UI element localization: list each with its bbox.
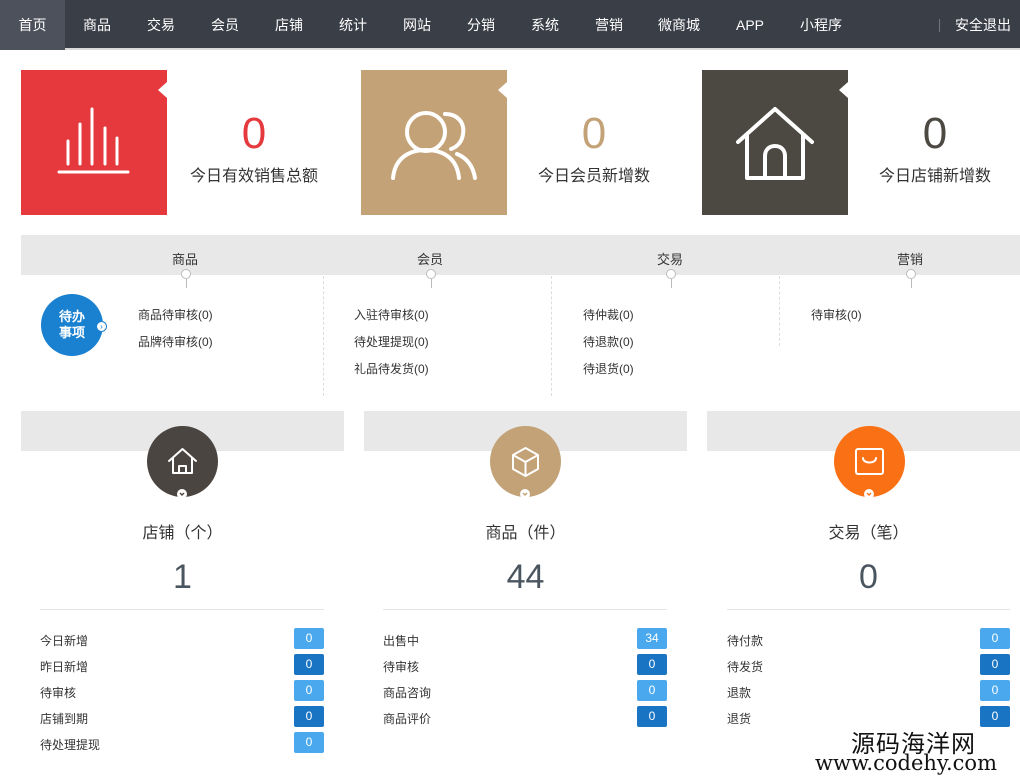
timeline-pin	[426, 269, 436, 279]
row-label-refund[interactable]: 退款	[727, 684, 751, 701]
row-label-today-new[interactable]: 今日新增	[40, 632, 88, 649]
row-count-return: 0	[980, 706, 1010, 727]
todo-item-gift-shipping[interactable]: 礼品待发货(0)	[354, 360, 429, 377]
stat-value-stores: 0	[922, 109, 948, 158]
panel-title-goods: 商品（件）	[485, 525, 566, 542]
chevron-down-icon	[177, 489, 187, 499]
row-label-goods-review[interactable]: 商品评价	[383, 710, 431, 727]
row-label-goods-pending[interactable]: 待审核	[383, 658, 419, 675]
shopping-bag-icon	[834, 426, 905, 497]
row-label-return[interactable]: 退货	[727, 710, 751, 727]
row-count-goods-inquiry: 0	[637, 680, 667, 701]
nav-item-website[interactable]: 网站	[385, 0, 449, 50]
box-icon	[490, 426, 561, 497]
todo-item-return[interactable]: 待退货(0)	[583, 360, 634, 377]
row-label-on-sale[interactable]: 出售中	[383, 632, 419, 649]
nav-item-wechat-mall[interactable]: 微商城	[641, 0, 717, 50]
row-count-refund: 0	[980, 680, 1010, 701]
nav-divider	[939, 19, 940, 32]
row-count-to-pay: 0	[980, 628, 1010, 649]
todo-item-withdraw-pending[interactable]: 待处理提现(0)	[354, 333, 429, 350]
row-label-withdraw[interactable]: 待处理提现	[40, 736, 100, 753]
panel-divider	[40, 609, 324, 610]
top-nav: 首页 商品 交易 会员 店铺 统计 网站 分销 系统 营销 微商城 APP 小程…	[0, 0, 1020, 50]
timeline-pin-line	[186, 279, 187, 288]
row-count-goods-pending: 0	[637, 654, 667, 675]
nav-item-distribution[interactable]: 分销	[449, 0, 513, 50]
todo-item-marketing-review[interactable]: 待审核(0)	[811, 306, 862, 323]
panel-value-trades: 0	[859, 558, 878, 596]
stat-label-members: 今日会员新增数	[537, 168, 650, 185]
todo-column-title-goods: 商品	[171, 252, 198, 267]
row-count-on-sale: 34	[637, 628, 667, 649]
bar-chart-icon	[21, 70, 167, 215]
todo-column-title-marketing: 营销	[896, 252, 923, 267]
todo-column-title-trade: 交易	[656, 252, 683, 267]
stat-card-members: 0 今日会员新增数	[361, 70, 681, 215]
todo-item-goods-review[interactable]: 商品待审核(0)	[138, 306, 213, 323]
todo-column-divider	[323, 276, 324, 396]
timeline-pin-line	[671, 279, 672, 288]
panel-divider	[383, 609, 667, 610]
nav-item-stats[interactable]: 统计	[321, 0, 385, 50]
timeline-pin-line	[911, 279, 912, 288]
logout-button[interactable]: 安全退出	[946, 0, 1020, 50]
panel-value-goods: 44	[506, 558, 545, 596]
nav-item-app[interactable]: APP	[717, 0, 783, 50]
nav-item-system[interactable]: 系统	[513, 0, 577, 50]
row-label-store-expiry[interactable]: 店铺到期	[40, 710, 88, 727]
row-count-yesterday-new: 0	[294, 654, 324, 675]
todo-item-settle-review[interactable]: 入驻待审核(0)	[354, 306, 429, 323]
todo-badge: 待办 事项	[41, 294, 103, 356]
todo-badge-line1: 待办	[58, 309, 85, 324]
stat-value-members: 0	[581, 109, 607, 158]
todo-column-divider	[551, 276, 552, 396]
row-count-store-expiry: 0	[294, 706, 324, 727]
todo-item-arbitration[interactable]: 待仲裁(0)	[583, 306, 634, 323]
row-count-withdraw: 0	[294, 732, 324, 753]
row-count-to-ship: 0	[980, 654, 1010, 675]
panel-title-stores: 店铺（个）	[142, 525, 223, 542]
stat-label-stores: 今日店铺新增数	[878, 168, 991, 185]
nav-item-store[interactable]: 店铺	[257, 0, 321, 50]
timeline-pin	[906, 269, 916, 279]
row-label-to-ship[interactable]: 待发货	[727, 658, 763, 675]
nav-item-trade[interactable]: 交易	[129, 0, 193, 50]
todo-badge-line2: 事项	[58, 325, 85, 340]
row-count-goods-review: 0	[637, 706, 667, 727]
panel-divider	[727, 609, 1010, 610]
todo-item-brand-review[interactable]: 品牌待审核(0)	[138, 333, 213, 350]
store-icon	[147, 426, 218, 497]
nav-item-home[interactable]: 首页	[0, 0, 65, 50]
panel-title-trades: 交易（笔）	[828, 525, 909, 542]
nav-item-member[interactable]: 会员	[193, 0, 257, 50]
row-count-pending-review: 0	[294, 680, 324, 701]
stat-card-sales: 0 今日有效销售总额	[21, 70, 341, 215]
watermark-text-en: www.codehy.com	[815, 751, 997, 775]
nav-item-mini-program[interactable]: 小程序	[783, 0, 859, 50]
chevron-right-icon: ›	[96, 321, 107, 332]
row-label-to-pay[interactable]: 待付款	[727, 632, 763, 649]
todo-column-title-member: 会员	[416, 252, 443, 267]
timeline-pin-line	[431, 279, 432, 288]
stat-value-sales: 0	[241, 109, 267, 158]
nav-item-goods[interactable]: 商品	[65, 0, 129, 50]
row-count-today-new: 0	[294, 628, 324, 649]
stat-card-stores: 0 今日店铺新增数	[702, 70, 1020, 215]
chevron-down-icon	[864, 489, 874, 499]
house-icon	[702, 70, 848, 215]
row-label-yesterday-new[interactable]: 昨日新增	[40, 658, 88, 675]
row-label-goods-inquiry[interactable]: 商品咨询	[383, 684, 431, 701]
chevron-down-icon	[520, 489, 530, 499]
todo-item-refund[interactable]: 待退款(0)	[583, 333, 634, 350]
nav-item-marketing[interactable]: 营销	[577, 0, 641, 50]
stat-label-sales: 今日有效销售总额	[189, 168, 318, 185]
timeline-pin	[181, 269, 191, 279]
todo-column-divider	[779, 276, 780, 346]
timeline-pin	[666, 269, 676, 279]
panel-value-stores: 1	[173, 558, 192, 596]
row-label-pending-review[interactable]: 待审核	[40, 684, 76, 701]
users-icon	[361, 70, 507, 215]
